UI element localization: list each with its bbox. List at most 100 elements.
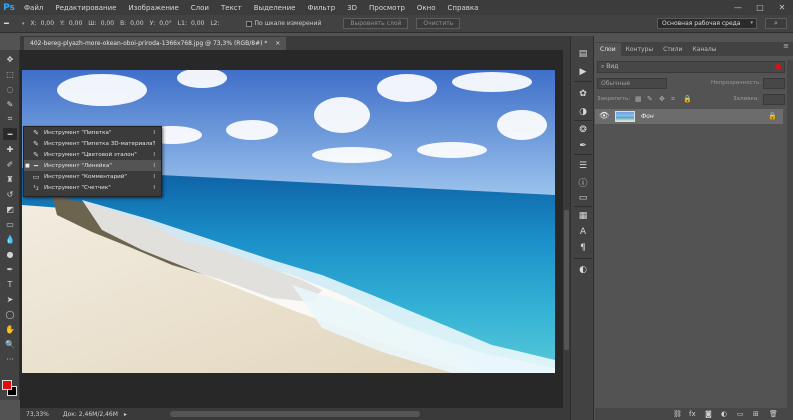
horizontal-scroll-thumb[interactable] <box>170 411 420 417</box>
new-group-icon[interactable]: ▭ <box>737 410 744 418</box>
maximize-button[interactable]: □ <box>749 0 771 15</box>
move-tool-icon[interactable]: ✥ <box>3 53 17 65</box>
path-selection-tool-icon[interactable]: ➤ <box>3 293 17 305</box>
menu-filter[interactable]: Фильтр <box>301 4 341 12</box>
layer-filter-row[interactable]: ⌕ Вид <box>597 61 785 73</box>
vertical-scroll-thumb[interactable] <box>564 210 569 350</box>
adjustment-layer-icon[interactable]: ◐ <box>721 410 727 418</box>
vertical-scrollbar[interactable] <box>563 50 570 408</box>
hand-tool-icon[interactable]: ✋ <box>3 323 17 335</box>
brush-tool-icon[interactable]: ✐ <box>3 158 17 170</box>
tab-paths[interactable]: Контуры <box>621 43 658 56</box>
new-layer-icon[interactable]: ⊞ <box>753 410 759 418</box>
brush-panel-icon[interactable]: ✒ <box>576 140 590 152</box>
search-icon[interactable]: ⌕ <box>765 18 787 29</box>
marquee-tool-icon[interactable]: ⬚ <box>3 68 17 80</box>
lock-transparent-icon[interactable]: ▦ <box>635 95 642 103</box>
layer-style-fx-icon[interactable]: fx <box>689 410 696 418</box>
clear-button[interactable]: Очистить <box>416 18 461 29</box>
layer-name[interactable]: Фон <box>641 113 654 120</box>
straighten-layer-button[interactable]: Выровнять слой <box>343 18 409 29</box>
lock-position-icon[interactable]: ✥ <box>659 95 665 103</box>
close-window-button[interactable]: ✕ <box>771 0 793 15</box>
lock-all-icon[interactable]: 🔒 <box>683 95 692 103</box>
dodge-tool-icon[interactable]: ● <box>3 248 17 260</box>
tab-styles[interactable]: Стили <box>658 43 687 56</box>
lasso-tool-icon[interactable]: ◌ <box>3 83 17 95</box>
menu-view[interactable]: Просмотр <box>363 4 411 12</box>
panel-menu-icon[interactable]: ≡ <box>783 42 789 50</box>
properties-icon[interactable]: ☰ <box>576 160 590 172</box>
filter-toggle[interactable] <box>775 64 781 70</box>
ruler-tool-icon[interactable]: ━ <box>3 128 17 140</box>
opacity-input[interactable] <box>763 78 785 89</box>
tab-channels[interactable]: Каналы <box>687 43 721 56</box>
color-wheel-icon[interactable]: ◐ <box>576 264 590 276</box>
clone-source-icon[interactable]: ❂ <box>576 124 590 136</box>
flyout-item-color-sampler[interactable]: ✎ Инструмент "Цветовой эталон" I <box>24 149 161 160</box>
lock-image-icon[interactable]: ✎ <box>647 95 653 103</box>
zoom-level[interactable]: 73,33% <box>26 411 49 418</box>
notes-icon[interactable]: ▭ <box>576 192 590 204</box>
lock-artboard-icon[interactable]: ⌗ <box>671 95 675 104</box>
menu-image[interactable]: Изображение <box>122 4 184 12</box>
layer-row[interactable]: 👁 Фон 🔒 <box>595 109 783 124</box>
panel-scrollbar[interactable] <box>787 60 793 415</box>
close-tab-icon[interactable]: × <box>275 40 280 47</box>
ruler-tool-preset-icon[interactable]: ━ <box>4 19 22 28</box>
flyout-item-eyedropper[interactable]: ✎ Инструмент "Пипетка" I <box>24 127 161 138</box>
crop-tool-icon[interactable]: ⌗ <box>3 113 17 125</box>
menu-window[interactable]: Окно <box>411 4 442 12</box>
add-mask-icon[interactable]: ◙ <box>705 410 712 418</box>
adjustments-icon[interactable]: ◑ <box>576 106 590 118</box>
actions-play-icon[interactable]: ▶ <box>576 66 590 78</box>
ellipse-tool-icon[interactable]: ◯ <box>3 308 17 320</box>
fill-label: Заливка: <box>733 96 760 102</box>
flyout-item-ruler[interactable]: ■ ━ Инструмент "Линейка" I <box>24 160 161 171</box>
document-tab[interactable]: 402-bereg-plyazh-more-okean-oboi-priroda… <box>24 37 287 50</box>
3d-eyedropper-icon: ✎ <box>33 139 39 148</box>
fill-input[interactable] <box>763 94 785 105</box>
tab-layers[interactable]: Слои <box>595 43 621 56</box>
blur-tool-icon[interactable]: 💧 <box>3 233 17 245</box>
clone-stamp-tool-icon[interactable]: ♜ <box>3 173 17 185</box>
gradient-tool-icon[interactable]: ▭ <box>3 218 17 230</box>
flyout-item-count[interactable]: ¹₂ Инструмент "Счетчик" I <box>24 182 161 193</box>
flyout-item-3d-eyedropper[interactable]: ✎ Инструмент "Пипетка 3D-материала" I <box>24 138 161 149</box>
healing-brush-tool-icon[interactable]: ✚ <box>3 143 17 155</box>
workspace-select[interactable]: Основная рабочая среда ▾ <box>657 18 757 29</box>
paragraph-panel-icon[interactable]: ¶ <box>576 242 590 254</box>
use-measurement-scale-checkbox[interactable]: По шкале измерений <box>245 20 321 27</box>
status-menu-arrow-icon[interactable]: ▸ <box>124 411 127 418</box>
menu-layers[interactable]: Слои <box>185 4 215 12</box>
type-tool-icon[interactable]: T <box>3 278 17 290</box>
delete-layer-icon[interactable]: 🗑 <box>769 410 778 418</box>
minimize-button[interactable]: — <box>727 0 749 15</box>
menu-help[interactable]: Справка <box>442 4 485 12</box>
beach-photo[interactable] <box>22 70 555 373</box>
quick-selection-tool-icon[interactable]: ✎ <box>3 98 17 110</box>
menu-file[interactable]: Файл <box>18 4 49 12</box>
visibility-eye-icon[interactable]: 👁 <box>599 111 609 120</box>
flyout-item-note[interactable]: ▭ Инструмент "Комментарий" I <box>24 171 161 182</box>
checkbox-box[interactable] <box>245 20 252 27</box>
chevron-down-icon[interactable]: ▾ <box>22 21 25 27</box>
history-panel-icon[interactable]: ▤ <box>576 48 590 60</box>
character-panel-icon[interactable]: A <box>576 226 590 238</box>
menu-3d[interactable]: 3D <box>341 4 363 12</box>
menu-select[interactable]: Выделение <box>248 4 302 12</box>
filter-kind-select[interactable]: ⌕ Вид <box>601 63 618 71</box>
link-layers-icon[interactable]: ⛓ <box>673 410 682 418</box>
eraser-tool-icon[interactable]: ◩ <box>3 203 17 215</box>
zoom-tool-icon[interactable]: 🔍 <box>3 338 17 350</box>
swatches-icon[interactable]: ▦ <box>576 210 590 222</box>
history-brush-tool-icon[interactable]: ↺ <box>3 188 17 200</box>
pen-tool-icon[interactable]: ✒ <box>3 263 17 275</box>
blend-mode-select[interactable]: Обычные <box>597 78 667 89</box>
menu-type[interactable]: Текст <box>215 4 248 12</box>
menu-edit[interactable]: Редактирование <box>49 4 122 12</box>
brush-presets-icon[interactable]: ✿ <box>576 88 590 100</box>
foreground-color-swatch[interactable] <box>2 380 12 390</box>
more-tools-icon[interactable]: ··· <box>3 353 17 365</box>
info-icon[interactable]: ⓘ <box>576 176 590 189</box>
